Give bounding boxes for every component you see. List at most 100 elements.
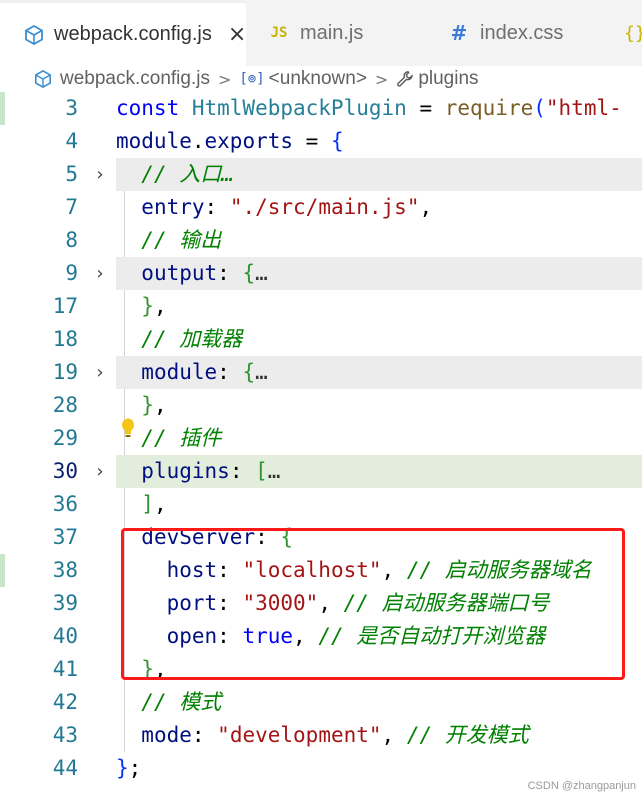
code-token: =: [293, 129, 331, 153]
breadcrumb-plugins[interactable]: plugins: [418, 68, 478, 90]
code-token: {: [242, 261, 256, 285]
code-token: // 模式: [141, 690, 222, 714]
code-text: // 入口…: [116, 158, 234, 191]
code-token: exports: [204, 129, 294, 153]
json-file-icon: {}: [624, 22, 642, 44]
code-line[interactable]: 7 entry: "./src/main.js",: [0, 191, 642, 224]
tab-index-css[interactable]: # index.css: [426, 0, 608, 66]
code-token: ,: [381, 723, 407, 747]
code-token: }: [116, 756, 129, 780]
code-line[interactable]: 43 mode: "development", // 开发模式: [0, 719, 642, 752]
code-line[interactable]: 8 // 输出: [0, 224, 642, 257]
watermark: CSDN @zhangpanjun: [527, 780, 636, 792]
code-token: …: [255, 261, 268, 285]
code-text: module: {…: [116, 356, 268, 389]
code-token: }: [141, 294, 154, 318]
code-token: .: [191, 129, 205, 153]
wrench-icon: [396, 70, 414, 88]
code-token: [: [255, 459, 268, 483]
tab-json[interactable]: {}: [608, 0, 642, 66]
code-token: "html-: [545, 96, 622, 120]
line-number: 41: [52, 657, 78, 681]
code-token: mode: [141, 723, 192, 747]
code-token: ,: [153, 492, 167, 516]
code-token: :: [229, 459, 256, 483]
line-number: 29: [52, 426, 78, 450]
code-line[interactable]: 4 module.exports = {: [0, 125, 642, 158]
code-token: // 插件: [141, 426, 222, 450]
code-line[interactable]: 36 ],: [0, 488, 642, 521]
code-token: module: [116, 129, 192, 153]
code-line[interactable]: 17 },: [0, 290, 642, 323]
fold-chevron-icon[interactable]: ›: [90, 455, 110, 488]
symbol-variable-icon: [⊚]: [239, 71, 265, 87]
code-token: // 入口…: [141, 162, 234, 186]
code-text: // 加载器: [116, 323, 242, 356]
breadcrumb-unknown[interactable]: <unknown>: [269, 68, 367, 90]
code-text: const HtmlWebpackPlugin = require("html-: [116, 92, 622, 125]
code-token: ]: [141, 492, 154, 516]
chevron-right-icon: >: [217, 69, 232, 89]
code-text: plugins: […: [116, 455, 280, 488]
code-text: // 模式: [116, 686, 221, 719]
code-token: module: [141, 360, 218, 384]
fold-chevron-icon[interactable]: ›: [90, 356, 110, 389]
code-token: const: [116, 96, 192, 120]
highlight-box: [121, 528, 625, 680]
line-number: 37: [52, 525, 78, 549]
code-token: …: [267, 459, 281, 483]
code-text: module.exports = {: [116, 125, 344, 158]
code-line[interactable]: 9 › output: {…: [0, 257, 642, 290]
code-token: {: [242, 360, 256, 384]
close-icon[interactable]: ×: [228, 22, 246, 47]
code-text: ],: [116, 488, 167, 521]
code-text: };: [116, 752, 141, 785]
code-editor[interactable]: 3 const HtmlWebpackPlugin = require("html…: [0, 92, 642, 796]
tab-label: webpack.config.js: [54, 23, 212, 45]
breadcrumb: webpack.config.js > [⊚] <unknown> > plug…: [0, 66, 642, 92]
line-number: 39: [52, 591, 78, 615]
code-line[interactable]: 42 // 模式: [0, 686, 642, 719]
code-token: // 加载器: [141, 327, 243, 351]
line-number: 43: [52, 723, 78, 747]
code-token: require: [444, 96, 534, 120]
tab-main-js[interactable]: JS main.js: [246, 0, 426, 66]
line-number: 42: [52, 690, 78, 714]
code-token: plugins: [141, 459, 230, 483]
code-line[interactable]: 28 },: [0, 389, 642, 422]
code-token: …: [255, 360, 268, 384]
js-file-icon: JS: [270, 25, 288, 41]
code-line[interactable]: 29 // 插件: [0, 422, 642, 455]
css-file-icon: #: [450, 21, 468, 45]
line-number: 36: [52, 492, 78, 516]
code-token: :: [217, 261, 243, 285]
code-line[interactable]: 19 › module: {…: [0, 356, 642, 389]
code-token: :: [217, 360, 243, 384]
breadcrumb-file[interactable]: webpack.config.js: [60, 68, 210, 90]
chevron-right-icon: >: [374, 69, 389, 89]
code-token: {: [330, 129, 344, 153]
code-token: ,: [419, 195, 433, 219]
code-token: ,: [153, 294, 167, 318]
code-line[interactable]: 18 // 加载器: [0, 323, 642, 356]
tab-webpack-config[interactable]: webpack.config.js ×: [0, 0, 246, 66]
line-number: 9: [65, 261, 78, 285]
code-line[interactable]: 30 › plugins: […: [0, 455, 642, 488]
code-line[interactable]: 3 const HtmlWebpackPlugin = require("html…: [0, 92, 642, 125]
lightbulb-icon[interactable]: [120, 418, 136, 445]
code-token: :: [191, 723, 218, 747]
line-number: 4: [65, 129, 78, 153]
code-token: // 输出: [141, 228, 222, 252]
code-token: output: [141, 261, 218, 285]
line-number: 44: [52, 756, 78, 780]
fold-chevron-icon[interactable]: ›: [90, 158, 110, 191]
code-line[interactable]: 5 › // 入口…: [0, 158, 642, 191]
line-number: 7: [65, 195, 78, 219]
code-token: "./src/main.js": [229, 195, 420, 219]
fold-chevron-icon[interactable]: ›: [90, 257, 110, 290]
